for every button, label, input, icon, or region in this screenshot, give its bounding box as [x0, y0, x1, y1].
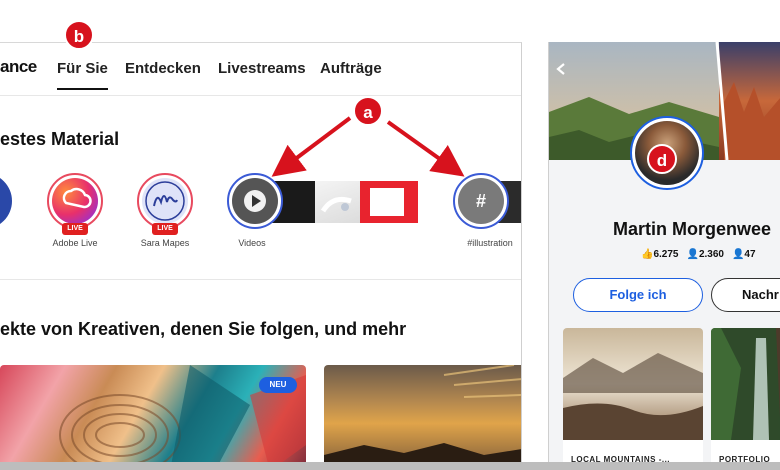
- brand-logo[interactable]: ance: [0, 57, 37, 77]
- project-card[interactable]: PORTFOLIO: [711, 328, 780, 470]
- person-icon: 👤: [686, 249, 699, 260]
- adobe-cc-icon: [52, 178, 98, 224]
- story-videos[interactable]: [227, 173, 283, 229]
- forest-waterfall-image: [711, 328, 780, 440]
- sunset-landscape-image: [324, 365, 521, 470]
- story-label-illustration: #illustration: [467, 238, 513, 248]
- video-thumbnail[interactable]: [315, 181, 360, 223]
- story-sara-mapes[interactable]: [137, 173, 193, 229]
- new-badge: NEU: [259, 377, 297, 393]
- person-icon: 👤: [731, 249, 745, 260]
- marker-b: b: [64, 20, 94, 50]
- mobile-profile-panel: d Martin Morgenwee 👍6.275 👤2.360 👤47 Fol…: [548, 42, 780, 470]
- top-navigation: ance Für Sie Entdecken Livestreams Auftr…: [0, 43, 521, 95]
- main-panel: ance Für Sie Entdecken Livestreams Auftr…: [0, 42, 522, 470]
- tab-fuer-sie[interactable]: Für Sie: [57, 60, 108, 90]
- profile-name: Martin Morgenwee: [613, 219, 772, 239]
- live-badge: LIVE: [62, 223, 88, 235]
- stories-title: estes Material: [0, 129, 120, 149]
- misty-mountains-image: [563, 328, 703, 440]
- tab-entdecken[interactable]: Entdecken: [125, 60, 201, 77]
- video-thumbnail[interactable]: [360, 181, 418, 223]
- tab-auftraege[interactable]: Aufträge: [320, 60, 382, 77]
- back-arrow-icon[interactable]: [555, 62, 569, 76]
- sara-mapes-logo-icon: [142, 178, 188, 224]
- hashtag-icon: #: [458, 178, 504, 224]
- appreciations-stat: 👍6.275: [641, 249, 679, 260]
- feed-project-card[interactable]: [324, 365, 521, 470]
- thumbs-up-icon: 👍: [641, 249, 654, 260]
- section-divider: [0, 279, 521, 280]
- story-label-adobe-live: Adobe Live: [52, 238, 98, 248]
- profile-stats: 👍6.275 👤2.360 👤47: [641, 249, 756, 260]
- marker-d: d: [647, 144, 677, 174]
- story-partial[interactable]: [0, 173, 12, 229]
- nav-divider: [0, 95, 521, 96]
- marker-a: a: [353, 96, 383, 126]
- feed-title: ekte von Kreativen, denen Sie folgen, un…: [0, 319, 407, 339]
- play-icon: [232, 178, 278, 224]
- story-adobe-live[interactable]: [47, 173, 103, 229]
- project-card[interactable]: LOCAL MOUNTAINS -...: [563, 328, 703, 470]
- story-illustration[interactable]: #: [453, 173, 509, 229]
- followers-stat: 👤2.360: [686, 249, 724, 260]
- tab-livestreams[interactable]: Livestreams: [218, 60, 306, 77]
- story-label-videos: Videos: [238, 238, 266, 248]
- message-button[interactable]: Nachr: [711, 278, 780, 312]
- following-stat: 👤47: [731, 249, 756, 260]
- story-label-sara-mapes: Sara Mapes: [140, 238, 190, 248]
- bottom-edge: [0, 462, 780, 470]
- follow-button[interactable]: Folge ich: [573, 278, 703, 312]
- live-badge: LIVE: [152, 223, 178, 235]
- feed-project-card[interactable]: NEU: [0, 365, 306, 470]
